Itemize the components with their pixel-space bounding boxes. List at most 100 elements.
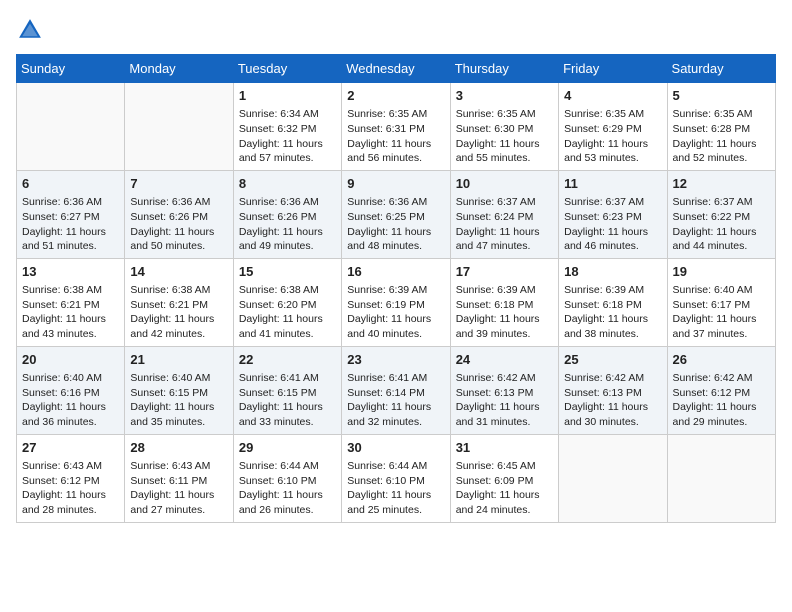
- calendar-cell: 26 Sunrise: 6:42 AM Sunset: 6:12 PM Dayli…: [667, 346, 775, 434]
- day-info: Sunrise: 6:40 AM Sunset: 6:17 PM Dayligh…: [673, 283, 770, 342]
- calendar-cell: 27 Sunrise: 6:43 AM Sunset: 6:12 PM Dayli…: [17, 434, 125, 522]
- calendar-table: SundayMondayTuesdayWednesdayThursdayFrid…: [16, 54, 776, 523]
- calendar-cell: 5Sunrise: 6:35 AM Sunset: 6:28 PM Daylig…: [667, 83, 775, 171]
- calendar-cell: 15Sunrise: 6:38 AM Sunset: 6:20 PM Dayli…: [233, 258, 341, 346]
- day-number: 22: [239, 351, 336, 369]
- calendar-cell: 16 Sunrise: 6:39 AM Sunset: 6:19 PM Dayli…: [342, 258, 450, 346]
- day-info: Sunrise: 6:42 AM Sunset: 6:12 PM Dayligh…: [673, 371, 770, 430]
- calendar-cell: 28 Sunrise: 6:43 AM Sunset: 6:11 PM Dayli…: [125, 434, 233, 522]
- calendar-cell: [125, 83, 233, 171]
- day-number: 31: [456, 439, 553, 457]
- calendar-week-row: 1 Sunrise: 6:34 AM Sunset: 6:32 PM Daylig…: [17, 83, 776, 171]
- calendar-cell: 25 Sunrise: 6:42 AM Sunset: 6:13 PM Dayli…: [559, 346, 667, 434]
- calendar-cell: 19 Sunrise: 6:40 AM Sunset: 6:17 PM Dayli…: [667, 258, 775, 346]
- day-number: 4: [564, 87, 661, 105]
- calendar-cell: 21 Sunrise: 6:40 AM Sunset: 6:15 PM Dayli…: [125, 346, 233, 434]
- calendar-week-row: 27 Sunrise: 6:43 AM Sunset: 6:12 PM Dayli…: [17, 434, 776, 522]
- calendar-cell: 7Sunrise: 6:36 AM Sunset: 6:26 PM Daylig…: [125, 170, 233, 258]
- day-info: Sunrise: 6:35 AM Sunset: 6:30 PM Dayligh…: [456, 107, 553, 166]
- calendar-cell: 23 Sunrise: 6:41 AM Sunset: 6:14 PM Dayli…: [342, 346, 450, 434]
- calendar-week-row: 20 Sunrise: 6:40 AM Sunset: 6:16 PM Dayli…: [17, 346, 776, 434]
- day-number: 18: [564, 263, 661, 281]
- calendar-header-row: SundayMondayTuesdayWednesdayThursdayFrid…: [17, 55, 776, 83]
- calendar-cell: 10 Sunrise: 6:37 AM Sunset: 6:24 PM Dayli…: [450, 170, 558, 258]
- day-info: Sunrise: 6:34 AM Sunset: 6:32 PM Dayligh…: [239, 107, 336, 166]
- weekday-header: Sunday: [17, 55, 125, 83]
- day-info: Sunrise: 6:41 AM Sunset: 6:15 PM Dayligh…: [239, 371, 336, 430]
- day-info: Sunrise: 6:37 AM Sunset: 6:22 PM Dayligh…: [673, 195, 770, 254]
- weekday-header: Monday: [125, 55, 233, 83]
- calendar-cell: 8Sunrise: 6:36 AM Sunset: 6:26 PM Daylig…: [233, 170, 341, 258]
- weekday-header: Friday: [559, 55, 667, 83]
- calendar-cell: 4 Sunrise: 6:35 AM Sunset: 6:29 PM Daylig…: [559, 83, 667, 171]
- calendar-week-row: 13 Sunrise: 6:38 AM Sunset: 6:21 PM Dayli…: [17, 258, 776, 346]
- day-number: 14: [130, 263, 227, 281]
- day-info: Sunrise: 6:36 AM Sunset: 6:26 PM Dayligh…: [239, 195, 336, 254]
- day-number: 28: [130, 439, 227, 457]
- calendar-cell: 20 Sunrise: 6:40 AM Sunset: 6:16 PM Dayli…: [17, 346, 125, 434]
- day-info: Sunrise: 6:37 AM Sunset: 6:23 PM Dayligh…: [564, 195, 661, 254]
- day-info: Sunrise: 6:40 AM Sunset: 6:16 PM Dayligh…: [22, 371, 119, 430]
- day-info: Sunrise: 6:44 AM Sunset: 6:10 PM Dayligh…: [239, 459, 336, 518]
- day-info: Sunrise: 6:42 AM Sunset: 6:13 PM Dayligh…: [564, 371, 661, 430]
- day-info: Sunrise: 6:35 AM Sunset: 6:31 PM Dayligh…: [347, 107, 444, 166]
- day-number: 15: [239, 263, 336, 281]
- weekday-header: Wednesday: [342, 55, 450, 83]
- calendar-cell: 11Sunrise: 6:37 AM Sunset: 6:23 PM Dayli…: [559, 170, 667, 258]
- calendar-cell: 24 Sunrise: 6:42 AM Sunset: 6:13 PM Dayli…: [450, 346, 558, 434]
- day-info: Sunrise: 6:40 AM Sunset: 6:15 PM Dayligh…: [130, 371, 227, 430]
- calendar-cell: 14 Sunrise: 6:38 AM Sunset: 6:21 PM Dayli…: [125, 258, 233, 346]
- logo: [16, 16, 48, 44]
- day-info: Sunrise: 6:36 AM Sunset: 6:27 PM Dayligh…: [22, 195, 119, 254]
- calendar-cell: 3 Sunrise: 6:35 AM Sunset: 6:30 PM Daylig…: [450, 83, 558, 171]
- calendar-cell: 2 Sunrise: 6:35 AM Sunset: 6:31 PM Daylig…: [342, 83, 450, 171]
- calendar-cell: 9 Sunrise: 6:36 AM Sunset: 6:25 PM Daylig…: [342, 170, 450, 258]
- page-header: [16, 16, 776, 44]
- day-number: 3: [456, 87, 553, 105]
- day-number: 20: [22, 351, 119, 369]
- day-info: Sunrise: 6:44 AM Sunset: 6:10 PM Dayligh…: [347, 459, 444, 518]
- day-number: 10: [456, 175, 553, 193]
- calendar-cell: 13 Sunrise: 6:38 AM Sunset: 6:21 PM Dayli…: [17, 258, 125, 346]
- day-info: Sunrise: 6:37 AM Sunset: 6:24 PM Dayligh…: [456, 195, 553, 254]
- calendar-cell: [17, 83, 125, 171]
- day-info: Sunrise: 6:39 AM Sunset: 6:18 PM Dayligh…: [456, 283, 553, 342]
- day-number: 21: [130, 351, 227, 369]
- day-number: 13: [22, 263, 119, 281]
- day-number: 24: [456, 351, 553, 369]
- weekday-header: Tuesday: [233, 55, 341, 83]
- weekday-header: Thursday: [450, 55, 558, 83]
- day-number: 16: [347, 263, 444, 281]
- calendar-cell: 1 Sunrise: 6:34 AM Sunset: 6:32 PM Daylig…: [233, 83, 341, 171]
- calendar-cell: [667, 434, 775, 522]
- day-number: 25: [564, 351, 661, 369]
- day-info: Sunrise: 6:43 AM Sunset: 6:12 PM Dayligh…: [22, 459, 119, 518]
- day-info: Sunrise: 6:36 AM Sunset: 6:26 PM Dayligh…: [130, 195, 227, 254]
- day-number: 12: [673, 175, 770, 193]
- day-number: 19: [673, 263, 770, 281]
- calendar-cell: 22 Sunrise: 6:41 AM Sunset: 6:15 PM Dayli…: [233, 346, 341, 434]
- day-number: 9: [347, 175, 444, 193]
- day-info: Sunrise: 6:45 AM Sunset: 6:09 PM Dayligh…: [456, 459, 553, 518]
- day-number: 23: [347, 351, 444, 369]
- weekday-header: Saturday: [667, 55, 775, 83]
- day-number: 17: [456, 263, 553, 281]
- day-number: 6: [22, 175, 119, 193]
- calendar-week-row: 6 Sunrise: 6:36 AM Sunset: 6:27 PM Daylig…: [17, 170, 776, 258]
- day-number: 2: [347, 87, 444, 105]
- day-info: Sunrise: 6:38 AM Sunset: 6:21 PM Dayligh…: [22, 283, 119, 342]
- day-number: 26: [673, 351, 770, 369]
- day-info: Sunrise: 6:38 AM Sunset: 6:21 PM Dayligh…: [130, 283, 227, 342]
- calendar-cell: 6 Sunrise: 6:36 AM Sunset: 6:27 PM Daylig…: [17, 170, 125, 258]
- day-info: Sunrise: 6:43 AM Sunset: 6:11 PM Dayligh…: [130, 459, 227, 518]
- day-info: Sunrise: 6:42 AM Sunset: 6:13 PM Dayligh…: [456, 371, 553, 430]
- logo-icon: [16, 16, 44, 44]
- calendar-cell: 31 Sunrise: 6:45 AM Sunset: 6:09 PM Dayli…: [450, 434, 558, 522]
- day-number: 1: [239, 87, 336, 105]
- day-info: Sunrise: 6:36 AM Sunset: 6:25 PM Dayligh…: [347, 195, 444, 254]
- calendar-cell: 18Sunrise: 6:39 AM Sunset: 6:18 PM Dayli…: [559, 258, 667, 346]
- day-info: Sunrise: 6:39 AM Sunset: 6:19 PM Dayligh…: [347, 283, 444, 342]
- day-info: Sunrise: 6:35 AM Sunset: 6:29 PM Dayligh…: [564, 107, 661, 166]
- day-number: 27: [22, 439, 119, 457]
- day-info: Sunrise: 6:41 AM Sunset: 6:14 PM Dayligh…: [347, 371, 444, 430]
